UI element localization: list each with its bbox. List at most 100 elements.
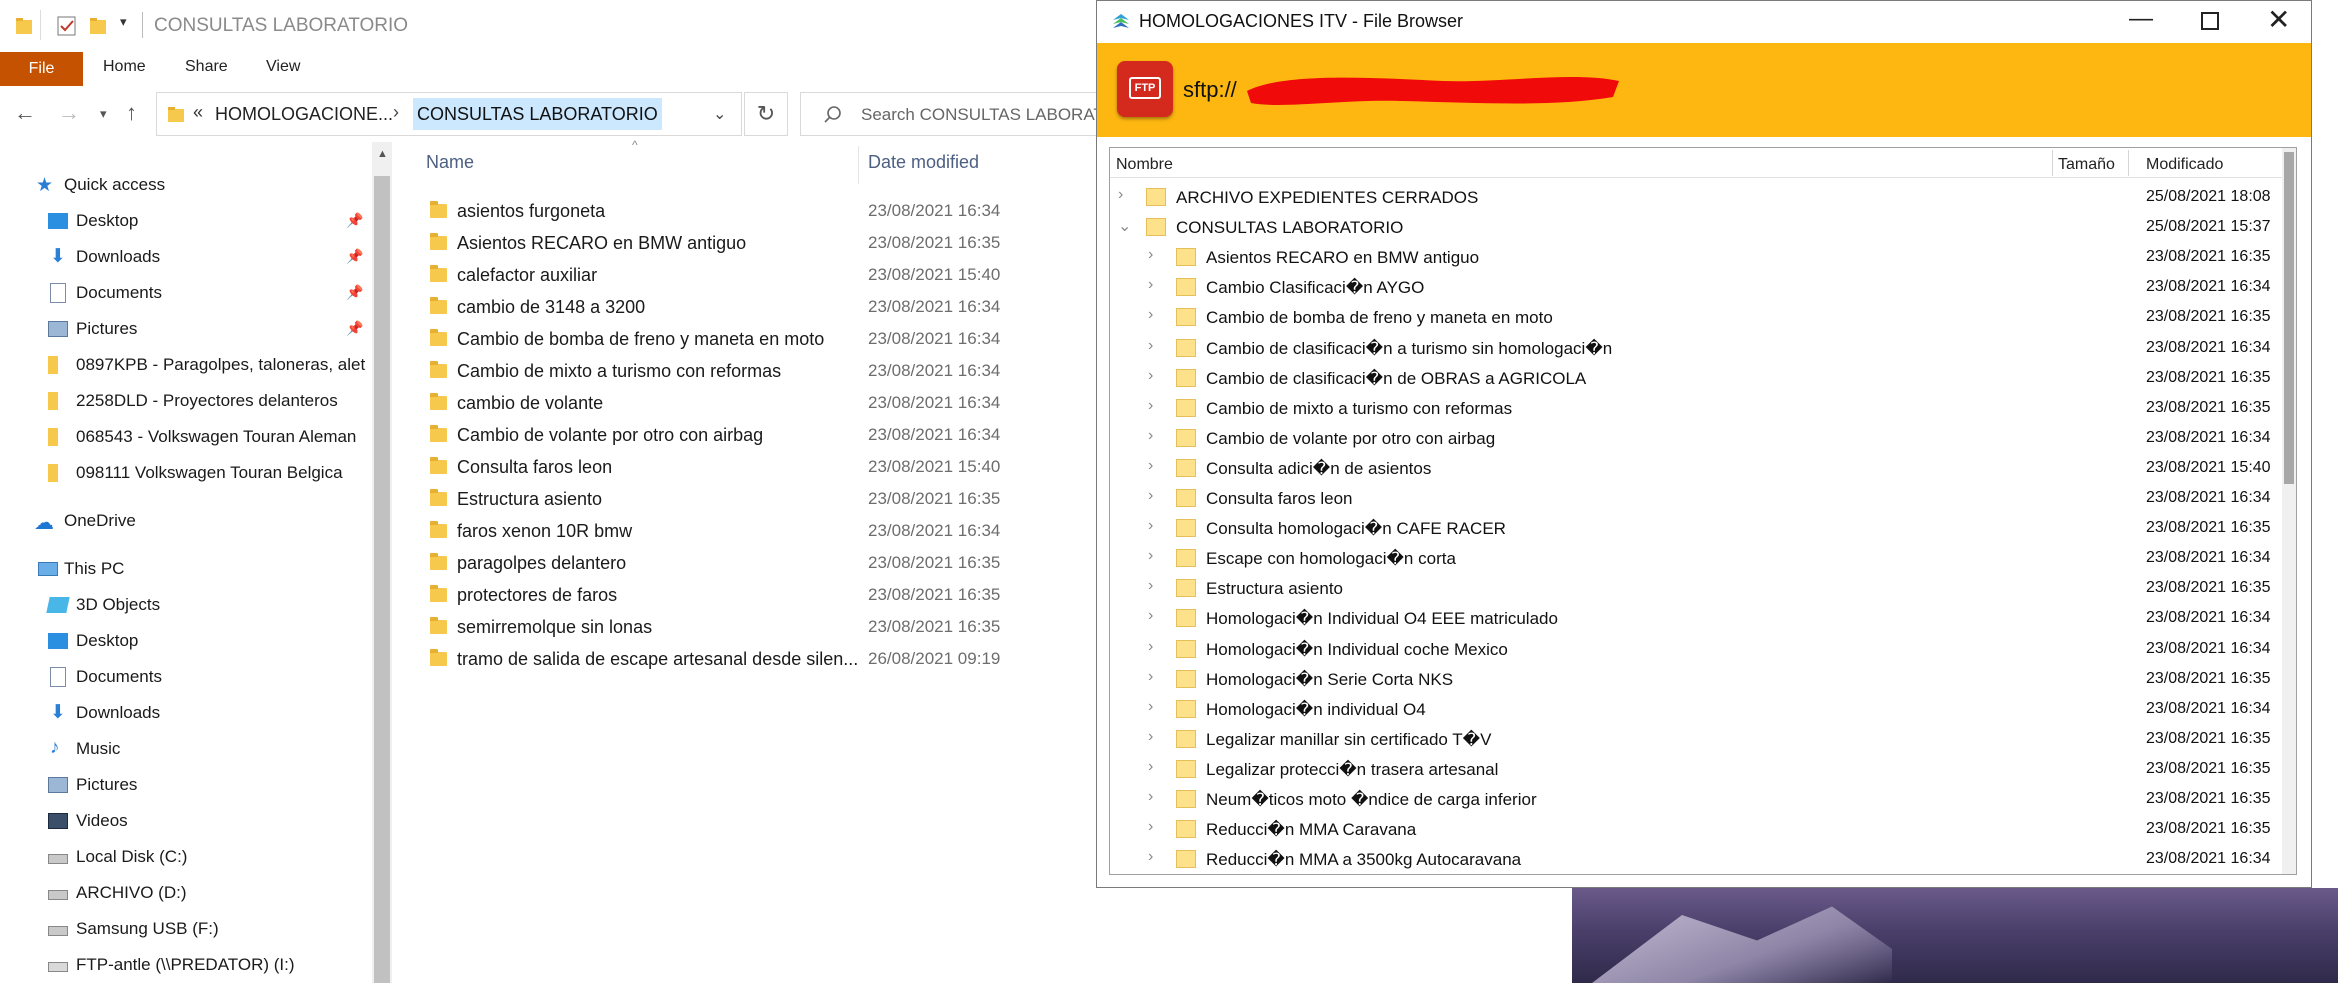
- breadcrumb-homologaciones[interactable]: HOMOLOGACIONE...: [215, 104, 393, 125]
- tree-child-folder[interactable]: › Consulta homologaci�n CAFE RACER 23/08/2…: [1110, 513, 2280, 543]
- nav-recent-folder[interactable]: 068543 - Volkswagen Touran Aleman: [0, 422, 372, 454]
- file-row[interactable]: cambio de volante 23/08/2021 16:34: [420, 388, 1100, 420]
- column-header-size[interactable]: Tamaño: [2058, 156, 2115, 174]
- file-row[interactable]: calefactor auxiliar 23/08/2021 15:40: [420, 260, 1100, 292]
- up-arrow-icon[interactable]: ↑: [126, 100, 137, 126]
- chevron-right-icon[interactable]: ›: [1148, 427, 1153, 445]
- chevron-right-icon[interactable]: ›: [1148, 337, 1153, 355]
- chevron-right-icon[interactable]: ›: [1148, 607, 1153, 625]
- file-row[interactable]: paragolpes delantero 23/08/2021 16:35: [420, 548, 1100, 580]
- nav-quick-access[interactable]: ★ Quick access: [0, 170, 372, 202]
- tree-child-folder[interactable]: › Escape con homologaci�n corta 23/08/2021…: [1110, 543, 2280, 573]
- nav-samsung-usb-f[interactable]: Samsung USB (F:): [0, 914, 372, 946]
- breadcrumb-separator-icon[interactable]: ›: [393, 102, 399, 123]
- nav-desktop-pinned[interactable]: Desktop 📌: [0, 206, 372, 238]
- nav-3d-objects[interactable]: 3D Objects: [0, 590, 372, 622]
- chevron-right-icon[interactable]: ›: [1148, 457, 1153, 475]
- column-divider[interactable]: [858, 146, 859, 184]
- tree-child-folder[interactable]: › Cambio de bomba de freno y maneta en mo…: [1110, 302, 2280, 332]
- nav-desktop[interactable]: Desktop: [0, 626, 372, 658]
- address-dropdown-chevron-icon[interactable]: ⌄: [713, 104, 726, 124]
- back-arrow-icon[interactable]: ←: [14, 100, 36, 126]
- file-row[interactable]: protectores de faros 23/08/2021 16:35: [420, 580, 1100, 612]
- chevron-right-icon[interactable]: ›: [1148, 577, 1153, 595]
- customize-toolbar-icon[interactable]: ▾: [120, 14, 127, 30]
- file-row[interactable]: Cambio de volante por otro con airbag 23/…: [420, 420, 1100, 452]
- column-divider[interactable]: [2052, 150, 2053, 176]
- scrollbar-thumb[interactable]: [2284, 152, 2294, 484]
- tree-child-folder[interactable]: › Homologaci�n Individual coche Mexico 23/…: [1110, 634, 2280, 664]
- chevron-right-icon[interactable]: ›: [1148, 306, 1153, 324]
- tree-child-folder[interactable]: › Reducci�n MMA a 3500kg Autocaravana 23/0…: [1110, 844, 2280, 874]
- nav-downloads-pinned[interactable]: ⬇ Downloads 📌: [0, 242, 372, 274]
- tree-child-folder[interactable]: › Cambio de clasificaci�n de OBRAS a AGRI…: [1110, 363, 2280, 393]
- column-header-modified[interactable]: Modificado: [2146, 156, 2223, 174]
- tree-child-folder[interactable]: › Homologaci�n individual O4 23/08/2021 16…: [1110, 694, 2280, 724]
- nav-recent-folder[interactable]: 0897KPB - Paragolpes, taloneras, alet: [0, 350, 372, 382]
- address-bar[interactable]: « HOMOLOGACIONE... › CONSULTAS LABORATOR…: [156, 92, 742, 136]
- file-row[interactable]: cambio de 3148 a 3200 23/08/2021 16:34: [420, 292, 1100, 324]
- nav-music[interactable]: ♪ Music: [0, 734, 372, 766]
- properties-check-icon[interactable]: [56, 14, 78, 38]
- file-row[interactable]: Estructura asiento 23/08/2021 16:35: [420, 484, 1100, 516]
- minimize-icon[interactable]: —: [2129, 5, 2153, 33]
- forward-arrow-icon[interactable]: →: [58, 100, 80, 126]
- chevron-down-icon[interactable]: ⌄: [1118, 216, 1131, 236]
- nav-onedrive[interactable]: ☁ OneDrive: [0, 506, 372, 538]
- nav-pictures[interactable]: Pictures: [0, 770, 372, 802]
- file-row[interactable]: faros xenon 10R bmw 23/08/2021 16:34: [420, 516, 1100, 548]
- scrollbar-thumb[interactable]: [374, 176, 390, 983]
- file-row[interactable]: Asientos RECARO en BMW antiguo 23/08/2021…: [420, 228, 1100, 260]
- tab-view[interactable]: View: [266, 58, 300, 76]
- nav-ftp-antle-i[interactable]: FTP-antle (\\PREDATOR) (I:): [0, 950, 372, 982]
- pin-icon[interactable]: 📌: [346, 212, 363, 229]
- file-row[interactable]: semirremolque sin lonas 23/08/2021 16:35: [420, 612, 1100, 644]
- chevron-right-icon[interactable]: ›: [1148, 517, 1153, 535]
- tree-scrollbar[interactable]: [2282, 148, 2296, 874]
- overflow-chevron-icon[interactable]: «: [193, 102, 203, 123]
- column-header-name[interactable]: Name: [426, 152, 474, 173]
- file-row[interactable]: asientos furgoneta 23/08/2021 16:34: [420, 196, 1100, 228]
- pin-icon[interactable]: 📌: [346, 284, 363, 301]
- column-header-name[interactable]: Nombre: [1116, 156, 1173, 174]
- nav-this-pc[interactable]: This PC: [0, 554, 372, 586]
- tree-child-folder[interactable]: › Homologaci�n Individual O4 EEE matricul…: [1110, 603, 2280, 633]
- tree-child-folder[interactable]: › Asientos RECARO en BMW antiguo 23/08/202…: [1110, 242, 2280, 272]
- tab-file[interactable]: File: [0, 52, 83, 86]
- nav-pictures-pinned[interactable]: Pictures 📌: [0, 314, 372, 346]
- tab-share[interactable]: Share: [185, 58, 228, 76]
- nav-recent-folder[interactable]: 2258DLD - Proyectores delanteros: [0, 386, 372, 418]
- tree-child-folder[interactable]: › Consulta faros leon 23/08/2021 16:34: [1110, 483, 2280, 513]
- chevron-right-icon[interactable]: ›: [1148, 638, 1153, 656]
- recent-locations-chevron-icon[interactable]: ▾: [100, 106, 107, 122]
- tree-child-folder[interactable]: › Cambio Clasificaci�n AYGO 23/08/2021 16:…: [1110, 272, 2280, 302]
- nav-archivo-d[interactable]: ARCHIVO (D:): [0, 878, 372, 910]
- nav-documents[interactable]: Documents: [0, 662, 372, 694]
- tree-child-folder[interactable]: › Reducci�n MMA Caravana 23/08/2021 16:35: [1110, 814, 2280, 844]
- tab-home[interactable]: Home: [103, 58, 146, 76]
- tree-child-folder[interactable]: › Cambio de volante por otro con airbag 23…: [1110, 423, 2280, 453]
- tree-child-folder[interactable]: › Homologaci�n Serie Corta NKS 23/08/2021 …: [1110, 664, 2280, 694]
- tree-child-folder[interactable]: › Consulta adici�n de asientos 23/08/2021 …: [1110, 453, 2280, 483]
- chevron-right-icon[interactable]: ›: [1148, 758, 1153, 776]
- tree-child-folder[interactable]: › Neum�ticos moto �ndice de carga inferio…: [1110, 784, 2280, 814]
- chevron-right-icon[interactable]: ›: [1148, 818, 1153, 836]
- chevron-right-icon[interactable]: ›: [1148, 728, 1153, 746]
- chevron-right-icon[interactable]: ›: [1148, 848, 1153, 866]
- chevron-right-icon[interactable]: ›: [1148, 397, 1153, 415]
- nav-recent-folder[interactable]: 098111 Volkswagen Touran Belgica: [0, 458, 372, 490]
- file-row[interactable]: Consulta faros leon 23/08/2021 15:40: [420, 452, 1100, 484]
- tree-root-folder[interactable]: › ARCHIVO EXPEDIENTES CERRADOS 25/08/2021 …: [1110, 182, 2280, 212]
- chevron-right-icon[interactable]: ›: [1148, 547, 1153, 565]
- tree-child-folder[interactable]: › Legalizar manillar sin certificado T�V 2…: [1110, 724, 2280, 754]
- close-icon[interactable]: ✕: [2267, 3, 2290, 36]
- nav-pane-scrollbar[interactable]: ▲: [372, 142, 392, 983]
- nav-local-disk-c[interactable]: Local Disk (C:): [0, 842, 372, 874]
- column-header-date[interactable]: Date modified: [868, 152, 979, 173]
- breadcrumb-consultas-laboratorio[interactable]: CONSULTAS LABORATORIO: [413, 98, 662, 130]
- tree-child-folder[interactable]: › Legalizar protecci�n trasera artesanal 2…: [1110, 754, 2280, 784]
- chevron-right-icon[interactable]: ›: [1148, 367, 1153, 385]
- chevron-right-icon[interactable]: ›: [1148, 246, 1153, 264]
- search-input[interactable]: Search CONSULTAS LABORAT: [800, 92, 1104, 136]
- tree-child-folder[interactable]: › Cambio de clasificaci�n a turismo sin h…: [1110, 333, 2280, 363]
